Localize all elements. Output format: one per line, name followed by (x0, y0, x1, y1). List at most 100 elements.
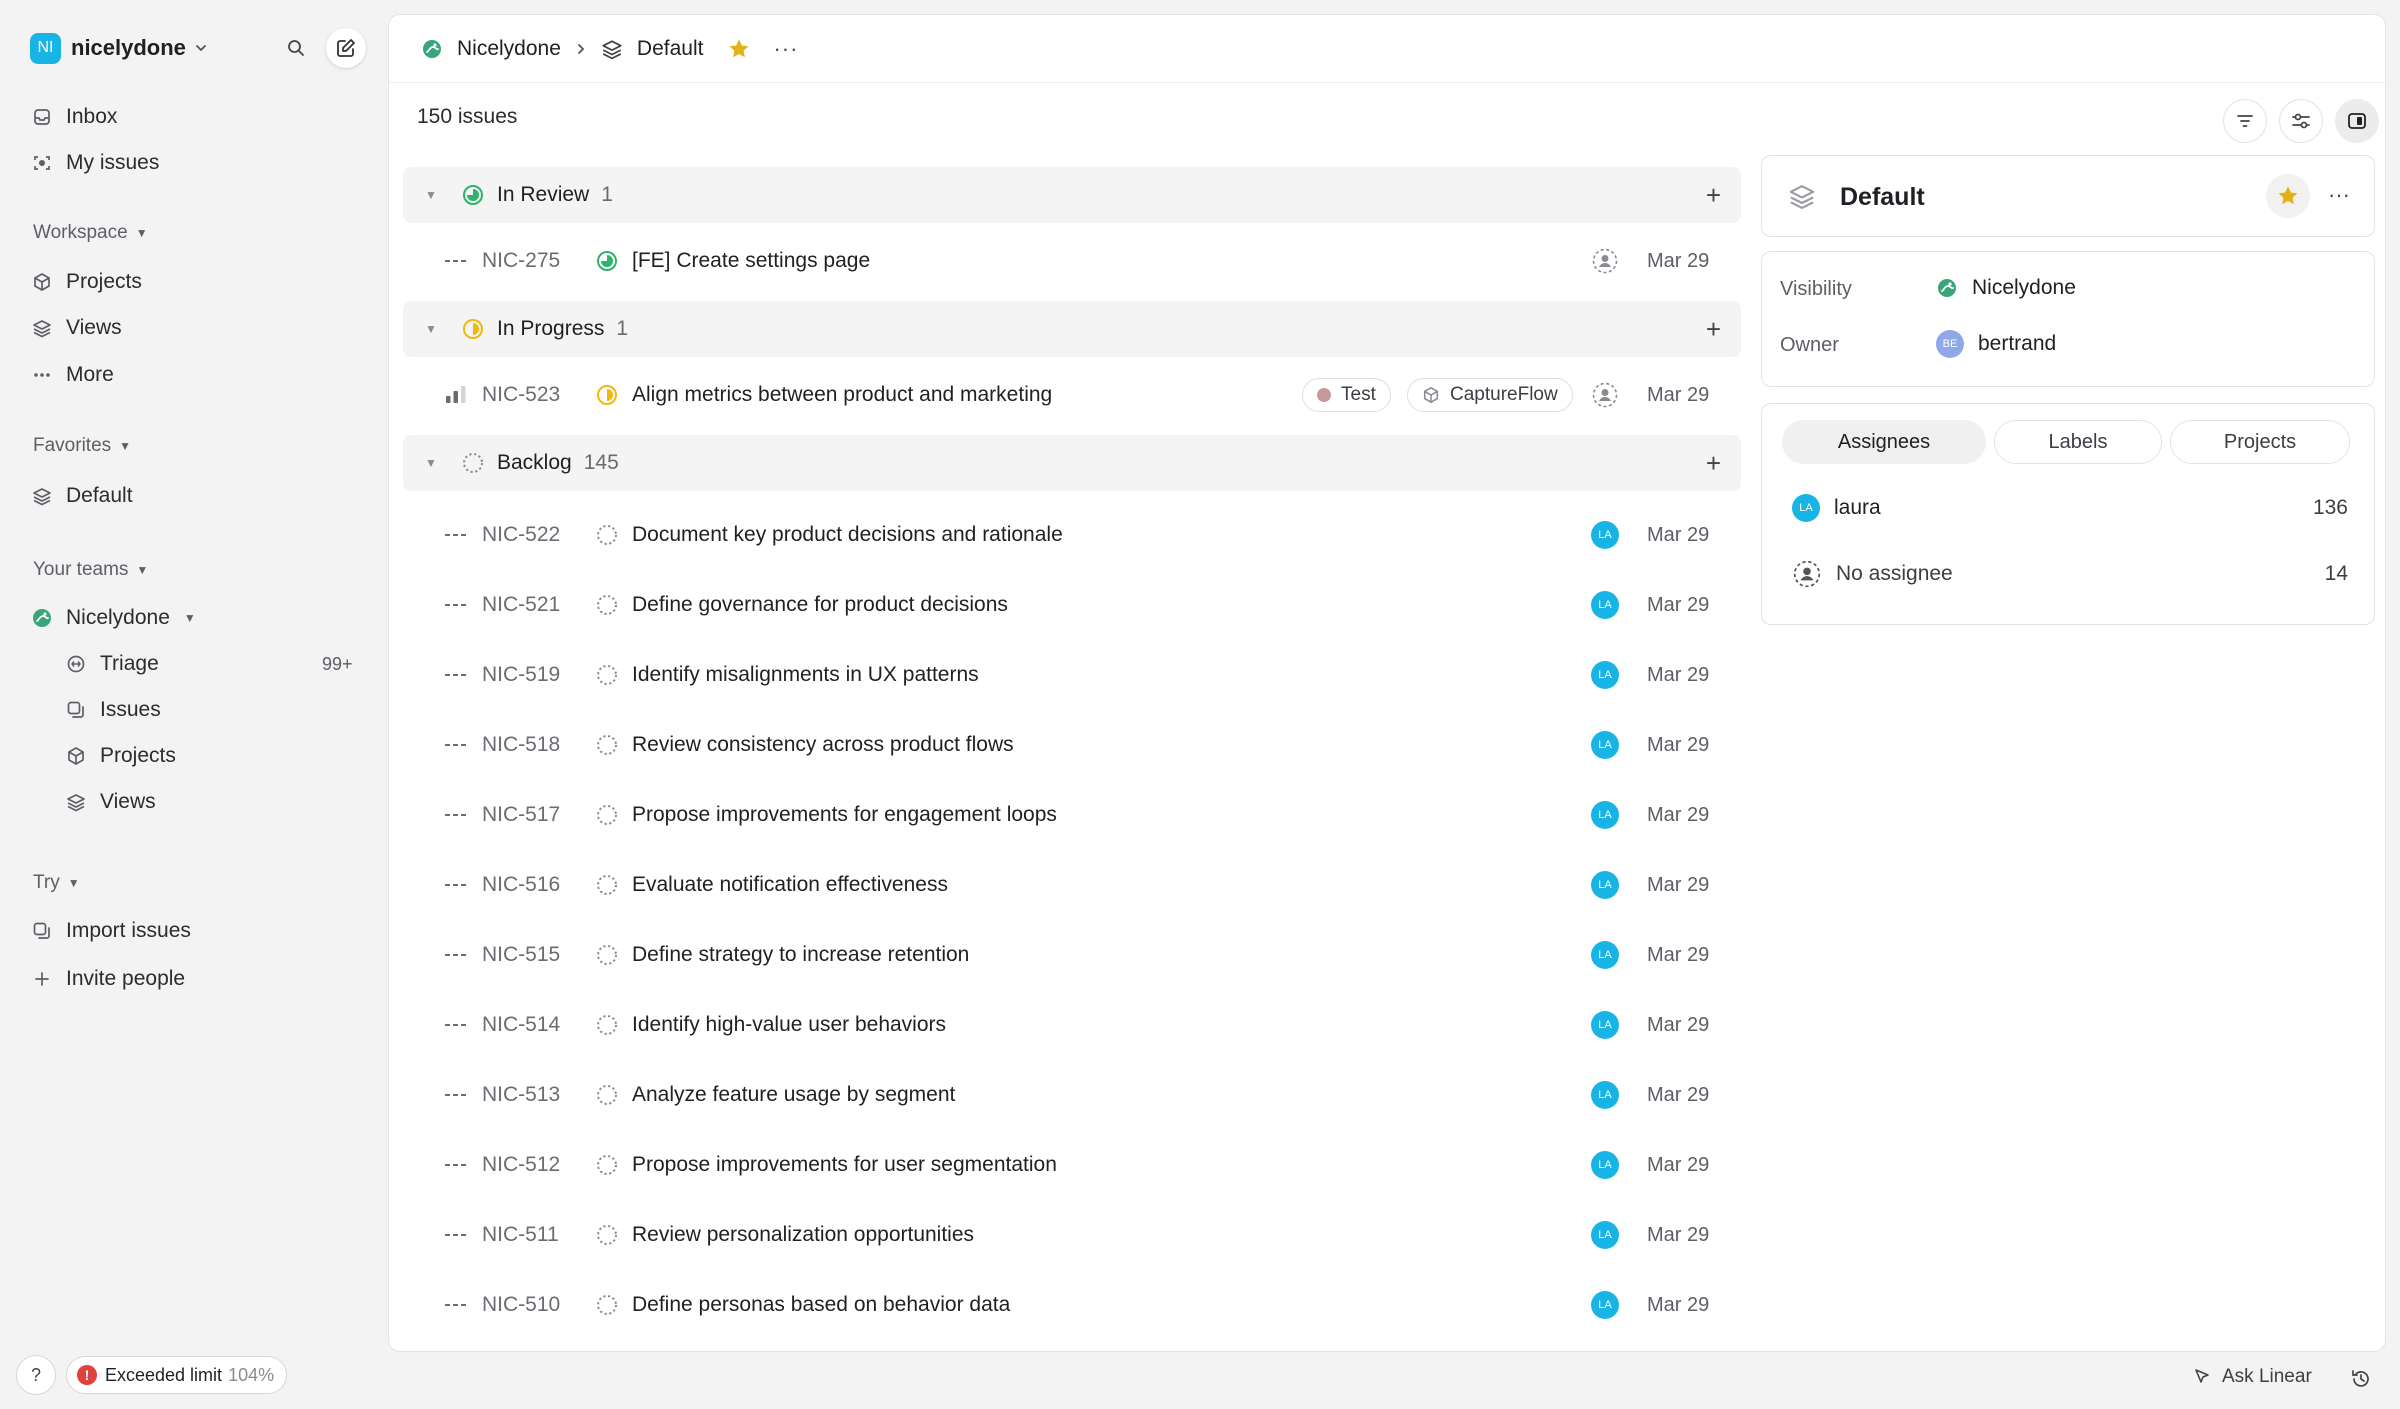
issue-row[interactable]: NIC-516 Evaluate notification effectivene… (403, 853, 1741, 917)
avatar[interactable]: LA (1591, 1221, 1619, 1249)
no-priority-icon[interactable] (445, 601, 467, 609)
visibility-value[interactable]: Nicelydone (1936, 276, 2076, 300)
no-assignee-icon[interactable] (1591, 247, 1619, 275)
owner-value[interactable]: BE bertrand (1936, 330, 2056, 358)
more-options-icon[interactable]: ··· (2328, 182, 2350, 208)
history-button[interactable] (2350, 1368, 2372, 1390)
help-button[interactable]: ? (16, 1355, 56, 1395)
section-your-teams[interactable]: Your teams ▼ (33, 559, 148, 581)
issue-row[interactable]: NIC-511 Review personalization opportunit… (403, 1203, 1741, 1267)
display-options-button[interactable] (2279, 99, 2323, 143)
sidebar-item-more[interactable]: More (30, 357, 114, 393)
issue-row[interactable]: NIC-510 Define personas based on behavior… (403, 1273, 1741, 1337)
status-backlog-icon[interactable] (595, 1153, 619, 1177)
status-backlog-icon[interactable] (595, 1293, 619, 1317)
sidebar-item-import-issues[interactable]: Import issues (30, 913, 191, 949)
status-backlog-icon[interactable] (595, 663, 619, 687)
no-priority-icon[interactable] (445, 1021, 467, 1029)
issue-row[interactable]: NIC-515 Define strategy to increase reten… (403, 923, 1741, 987)
sidebar-item-views[interactable]: Views (30, 310, 122, 346)
avatar[interactable]: LA (1591, 1291, 1619, 1319)
no-priority-icon[interactable] (445, 1091, 467, 1099)
issue-row[interactable]: NIC-275 [FE] Create settings page Mar 29 (403, 229, 1741, 293)
favorite-star-button[interactable] (2266, 174, 2310, 218)
issue-row[interactable]: NIC-509Evaluate user segmentation strate… (403, 1343, 1741, 1351)
assignee-stat-row[interactable]: LA laura 136 (1792, 488, 2348, 528)
breadcrumb-view[interactable]: Default (601, 37, 703, 61)
no-assignee-icon[interactable] (1591, 381, 1619, 409)
sidebar-item-my-issues[interactable]: My issues (30, 145, 159, 181)
toggle-details-panel-button[interactable] (2335, 99, 2379, 143)
avatar[interactable]: LA (1591, 941, 1619, 969)
status-backlog-icon[interactable] (595, 733, 619, 757)
tab-assignees[interactable]: Assignees (1782, 420, 1986, 464)
tab-labels[interactable]: Labels (1994, 420, 2162, 464)
avatar[interactable]: LA (1591, 1151, 1619, 1179)
section-workspace[interactable]: Workspace ▼ (33, 222, 148, 244)
ask-linear-button[interactable]: Ask Linear (2192, 1366, 2312, 1388)
add-issue-icon[interactable]: + (1706, 180, 1721, 211)
status-in-review-icon[interactable] (595, 249, 619, 273)
priority-medium-icon[interactable] (445, 386, 467, 404)
group-header-in-progress[interactable]: ▼ In Progress 1 + (403, 301, 1741, 357)
no-priority-icon[interactable] (445, 1161, 467, 1169)
issue-row[interactable]: NIC-514 Identify high-value user behavior… (403, 993, 1741, 1057)
issue-row[interactable]: NIC-522 Document key product decisions an… (403, 503, 1741, 567)
status-backlog-icon[interactable] (595, 1083, 619, 1107)
sidebar-item-favorite-default[interactable]: Default (30, 478, 133, 514)
group-header-backlog[interactable]: ▼ Backlog 145 + (403, 435, 1741, 491)
favorite-star-icon[interactable] (727, 37, 751, 61)
status-backlog-icon[interactable] (595, 1013, 619, 1037)
group-header-in-review[interactable]: ▼ In Review 1 + (403, 167, 1741, 223)
issue-row[interactable]: NIC-519 Identify misalignments in UX patt… (403, 643, 1741, 707)
issue-row[interactable]: NIC-518 Review consistency across product… (403, 713, 1741, 777)
sidebar-item-invite-people[interactable]: Invite people (30, 961, 185, 997)
breadcrumb-team[interactable]: Nicelydone (421, 37, 561, 61)
status-backlog-icon[interactable] (595, 943, 619, 967)
new-issue-button[interactable] (326, 28, 366, 68)
sidebar-item-triage[interactable]: Triage (64, 646, 159, 682)
no-priority-icon[interactable] (445, 531, 467, 539)
issue-row[interactable]: NIC-512 Propose improvements for user seg… (403, 1133, 1741, 1197)
label-chip-test[interactable]: Test (1302, 378, 1391, 412)
sidebar-item-issues[interactable]: Issues (64, 692, 161, 728)
more-options-icon[interactable]: ··· (773, 36, 798, 62)
search-button[interactable] (278, 30, 314, 66)
issue-row[interactable]: NIC-523 Align metrics between product an… (403, 363, 1741, 427)
no-priority-icon[interactable] (445, 257, 467, 265)
filter-button[interactable] (2223, 99, 2267, 143)
avatar[interactable]: LA (1591, 661, 1619, 689)
collapse-caret-icon[interactable]: ▼ (425, 188, 437, 202)
exceeded-limit-badge[interactable]: ! Exceeded limit 104% (66, 1356, 288, 1394)
status-backlog-icon[interactable] (595, 593, 619, 617)
status-in-progress-icon[interactable] (595, 383, 619, 407)
issue-row[interactable]: NIC-513 Analyze feature usage by segment L… (403, 1063, 1741, 1127)
avatar[interactable]: LA (1591, 731, 1619, 759)
avatar[interactable]: LA (1591, 591, 1619, 619)
sidebar-item-team-nicelydone[interactable]: Nicelydone ▼ (30, 600, 196, 636)
issue-row[interactable]: NIC-517 Propose improvements for engageme… (403, 783, 1741, 847)
status-backlog-icon[interactable] (595, 803, 619, 827)
issue-row[interactable]: NIC-521 Define governance for product dec… (403, 573, 1741, 637)
collapse-caret-icon[interactable]: ▼ (425, 456, 437, 470)
status-backlog-icon[interactable] (595, 523, 619, 547)
assignee-stat-row[interactable]: No assignee 14 (1792, 554, 2348, 594)
no-priority-icon[interactable] (445, 881, 467, 889)
sidebar-item-team-views[interactable]: Views (64, 784, 156, 820)
avatar[interactable]: LA (1591, 801, 1619, 829)
no-priority-icon[interactable] (445, 1231, 467, 1239)
section-try[interactable]: Try ▼ (33, 872, 80, 894)
add-issue-icon[interactable]: + (1706, 448, 1721, 479)
no-priority-icon[interactable] (445, 1301, 467, 1309)
avatar[interactable]: LA (1591, 521, 1619, 549)
project-chip[interactable]: CaptureFlow (1407, 378, 1573, 412)
status-backlog-icon[interactable] (595, 873, 619, 897)
sidebar-item-inbox[interactable]: Inbox (30, 99, 117, 135)
no-priority-icon[interactable] (445, 741, 467, 749)
avatar[interactable]: LA (1591, 1081, 1619, 1109)
add-issue-icon[interactable]: + (1706, 314, 1721, 345)
no-priority-icon[interactable] (445, 951, 467, 959)
collapse-caret-icon[interactable]: ▼ (425, 322, 437, 336)
workspace-switcher[interactable]: NI nicelydone (30, 30, 208, 66)
no-priority-icon[interactable] (445, 671, 467, 679)
